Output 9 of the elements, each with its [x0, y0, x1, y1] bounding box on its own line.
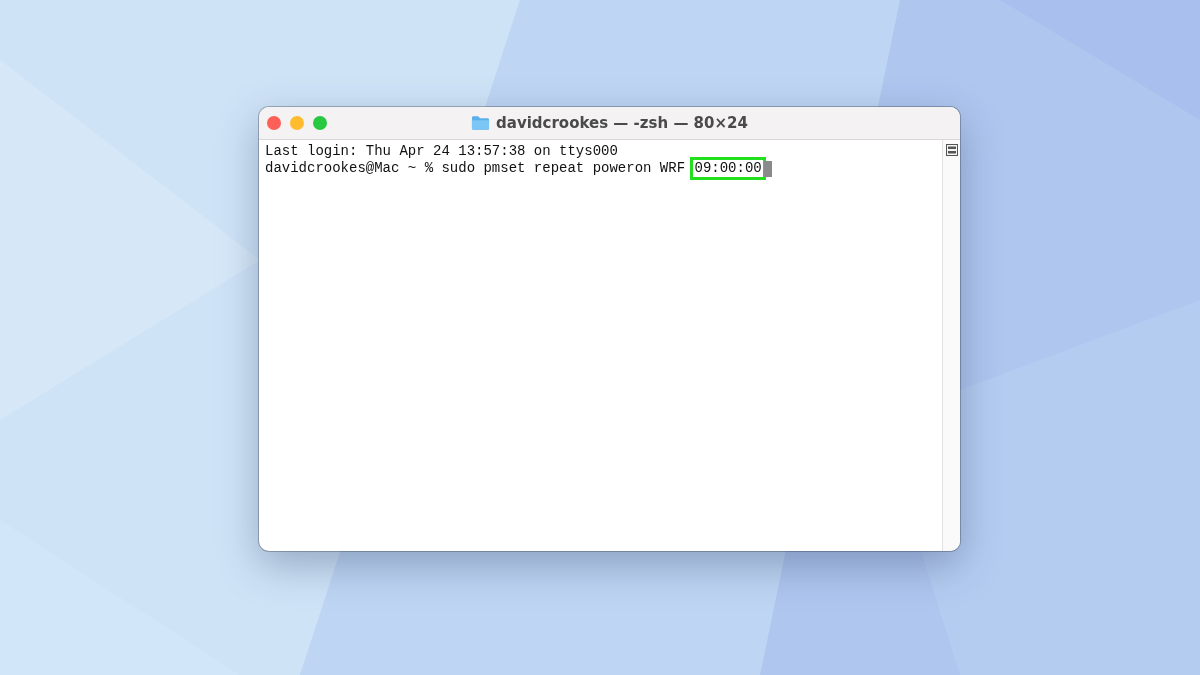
- folder-icon: [471, 115, 491, 131]
- terminal-text: Last login: Thu Apr 24 13:57:38 on ttys000: [265, 143, 618, 160]
- split-pane-icon[interactable]: [945, 144, 958, 156]
- close-button[interactable]: [267, 116, 281, 130]
- zoom-button[interactable]: [313, 116, 327, 130]
- terminal-text: davidcrookes@Mac ~ % sudo pmset repeat poweron WRF: [265, 160, 687, 177]
- highlighted-text: 09:00:00: [693, 160, 763, 177]
- minimize-button[interactable]: [290, 116, 304, 130]
- window-title: davidcrookes — -zsh — 80×24: [496, 114, 748, 132]
